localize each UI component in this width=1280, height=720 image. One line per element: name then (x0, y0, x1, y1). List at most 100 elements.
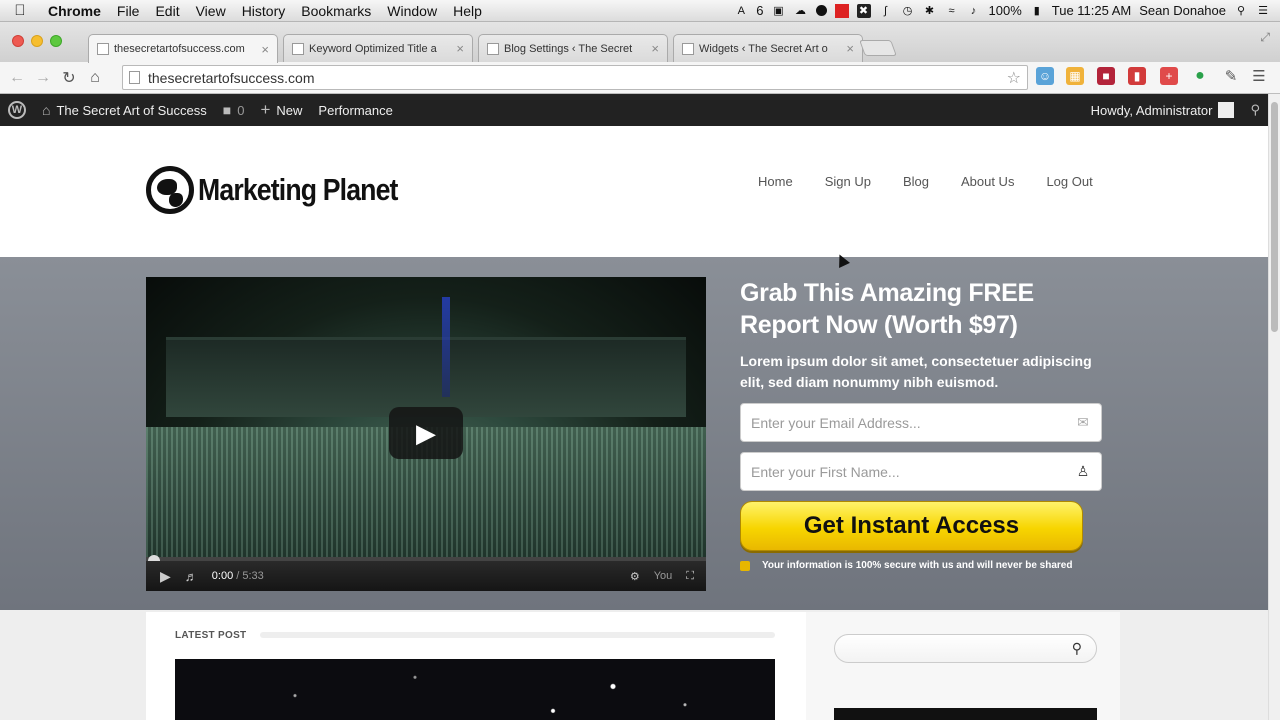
admin-search[interactable]: ⚲ (1242, 94, 1268, 126)
menu-file[interactable]: File (109, 3, 148, 19)
site-nav: Home Sign Up Blog About Us Log Out (758, 174, 1125, 189)
wp-logo-menu[interactable]: W (0, 94, 34, 126)
close-tab-icon[interactable]: × (846, 41, 854, 56)
nav-blog[interactable]: Blog (903, 174, 929, 189)
stadium-stands (166, 337, 686, 417)
globe-icon (146, 166, 194, 214)
site-logo[interactable]: Marketing Planet (146, 166, 430, 214)
address-url[interactable]: thesecretartofsuccess.com (148, 70, 315, 86)
current-time: 0:00 (211, 570, 234, 582)
wifi-icon[interactable]: ≈ (945, 4, 959, 18)
home-icon[interactable]: ⌂ (82, 69, 108, 87)
name-field[interactable]: ♙ (740, 452, 1102, 491)
site-header: Marketing Planet Home Sign Up Blog About… (0, 126, 1268, 257)
first-name-input[interactable] (751, 463, 1075, 480)
reload-icon[interactable]: ↻ (56, 68, 82, 88)
lock-icon (740, 560, 750, 571)
extension-tracker-icon[interactable]: ■ (1097, 67, 1115, 85)
clock[interactable]: Tue 11:25 AM (1052, 3, 1132, 18)
admin-comments[interactable]: ■ 0 (215, 94, 253, 126)
menu-extras: A 6 ▣ ☁ ✖ ∫ ◷ ✱ ≈ ♪ 100% ▮ Tue 11:25 AM … (734, 3, 1280, 18)
bluetooth-icon[interactable]: ✱ (923, 4, 937, 18)
address-bar[interactable]: thesecretartofsuccess.com ☆ (122, 65, 1028, 90)
security-note: Your information is 100% secure with us … (740, 560, 1110, 571)
page-favicon-icon (97, 43, 109, 55)
battery-icon[interactable]: ▮ (1030, 4, 1044, 18)
scrollbar-thumb[interactable] (1271, 102, 1278, 332)
settings-icon[interactable]: ⚙ (630, 570, 640, 583)
nav-about-us[interactable]: About Us (961, 174, 1014, 189)
cloud-icon[interactable]: ☁ (794, 4, 808, 18)
video-player[interactable]: ▶ ▶ ♬ 0:00 / 5:33 ⚙ You ⛶ (146, 277, 706, 591)
nav-sign-up[interactable]: Sign Up (825, 174, 871, 189)
get-instant-access-button[interactable]: Get Instant Access (740, 501, 1083, 551)
extension-bookmark-icon[interactable]: ▮ (1128, 67, 1146, 85)
page-scrollbar[interactable] (1268, 94, 1280, 720)
volume-icon[interactable]: ♬ (185, 569, 198, 584)
close-tab-icon[interactable]: × (651, 41, 659, 56)
notification-center-icon[interactable]: ☰ (1256, 4, 1270, 18)
extension-evernote-icon[interactable]: ● (1191, 67, 1209, 85)
status-dot-icon[interactable] (815, 5, 827, 16)
play-control-icon[interactable]: ▶ (160, 568, 171, 585)
optin-form: Grab This Amazing FREE Report Now (Worth… (740, 277, 1110, 571)
zoom-window-button[interactable] (50, 35, 62, 47)
browser-toolbar: ← → ↻ ⌂ thesecretartofsuccess.com ☆ ☺ ▦ … (0, 62, 1280, 94)
close-window-button[interactable] (12, 35, 24, 47)
app-tray-icon[interactable]: ✖ (856, 3, 871, 18)
close-tab-icon[interactable]: × (456, 41, 464, 56)
menu-app-name[interactable]: Chrome (40, 3, 109, 19)
menu-history[interactable]: History (234, 3, 294, 19)
script-icon[interactable]: ∫ (879, 4, 893, 18)
post-featured-image[interactable] (175, 659, 775, 720)
forward-icon[interactable]: → (30, 69, 56, 87)
admin-performance[interactable]: Performance (310, 94, 400, 126)
menu-view[interactable]: View (188, 3, 234, 19)
email-field[interactable]: ✉ (740, 403, 1102, 442)
video-time: 0:00 / 5:33 (211, 570, 264, 582)
search-icon[interactable]: ⚲ (1072, 640, 1082, 657)
play-button[interactable]: ▶ (389, 407, 463, 459)
close-tab-icon[interactable]: × (261, 42, 269, 57)
time-machine-icon[interactable]: ◷ (901, 4, 915, 18)
youtube-logo-icon[interactable]: You (654, 570, 673, 582)
admin-account[interactable]: Howdy, Administrator (1083, 94, 1243, 126)
browser-tab-strip: thesecretartofsuccess.com × Keyword Opti… (0, 22, 1280, 63)
minimize-window-button[interactable] (31, 35, 43, 47)
menu-edit[interactable]: Edit (147, 3, 187, 19)
menu-bookmarks[interactable]: Bookmarks (293, 3, 379, 19)
fullscreen-icon[interactable]: ⤢ (1260, 30, 1270, 45)
volume-icon[interactable]: ♪ (967, 4, 981, 18)
back-icon[interactable]: ← (4, 69, 30, 87)
extension-eyedropper-icon[interactable]: ✎ (1222, 67, 1240, 85)
hero-section: ▶ ▶ ♬ 0:00 / 5:33 ⚙ You ⛶ Grab This Amaz… (0, 257, 1268, 610)
optin-subtext: Lorem ipsum dolor sit amet, consectetuer… (740, 353, 1092, 390)
admin-new[interactable]: + New (252, 94, 310, 126)
menu-help[interactable]: Help (445, 3, 490, 19)
latest-post-heading: LATEST POST (175, 630, 247, 641)
tab-blog-settings[interactable]: Blog Settings ‹ The Secret × (478, 34, 668, 62)
tab-site[interactable]: thesecretartofsuccess.com × (88, 34, 278, 63)
menu-window[interactable]: Window (379, 3, 445, 19)
extension-grid-icon[interactable]: ▦ (1066, 67, 1084, 85)
chat-icon[interactable]: ▣ (772, 4, 786, 18)
email-input[interactable] (751, 414, 1075, 431)
apple-icon[interactable]:  (0, 2, 40, 19)
new-tab-button[interactable] (859, 40, 897, 56)
admin-site-name[interactable]: ⌂ The Secret Art of Success (34, 94, 215, 126)
recording-icon[interactable] (834, 3, 849, 18)
user-name[interactable]: Sean Donahoe (1139, 3, 1226, 18)
nav-home[interactable]: Home (758, 174, 793, 189)
tab-keyword-title[interactable]: Keyword Optimized Title a × (283, 34, 473, 62)
extension-profile-icon[interactable]: ☺ (1036, 67, 1054, 85)
fullscreen-icon[interactable]: ⛶ (686, 570, 694, 583)
adobe-icon[interactable]: A (734, 4, 748, 18)
nav-log-out[interactable]: Log Out (1046, 174, 1092, 189)
tab-widgets[interactable]: Widgets ‹ The Secret Art o × (673, 34, 863, 62)
sidebar-search[interactable]: ⚲ (834, 634, 1097, 663)
spotlight-icon[interactable]: ⚲ (1234, 4, 1248, 18)
bookmark-star-icon[interactable]: ☆ (1007, 68, 1021, 88)
chrome-menu-icon[interactable]: ☰ (1250, 67, 1268, 85)
extension-plus-icon[interactable]: + (1160, 67, 1178, 85)
sidebar-search-input[interactable] (845, 641, 1072, 656)
